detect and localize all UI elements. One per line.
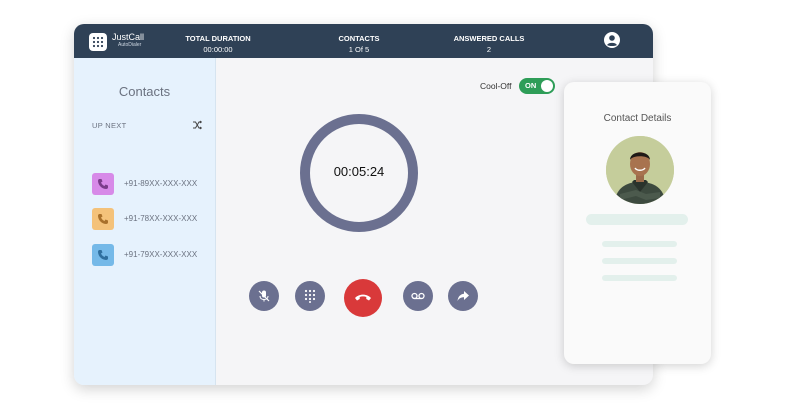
dialpad-icon — [304, 289, 316, 303]
placeholder-bar — [602, 258, 677, 264]
up-next-label: UP NEXT — [92, 121, 127, 130]
cool-off-toggle[interactable]: ON — [519, 78, 555, 94]
contact-number: +91-89XX-XXX-XXX — [124, 179, 198, 188]
phone-icon — [98, 179, 108, 189]
hang-up-button[interactable] — [344, 279, 382, 317]
stat-value: 2 — [486, 45, 492, 54]
contact-number: +91-78XX-XXX-XXX — [124, 214, 198, 223]
stat-answered-calls: ANSWERED CALLS 2 — [445, 33, 533, 55]
brand-sub: AutoDialer — [118, 42, 142, 48]
contact-details-title: Contact Details — [603, 113, 672, 124]
call-timer: 00:05:24 — [333, 164, 385, 179]
voicemail-icon — [411, 292, 425, 300]
contact-details-card: Contact Details — [564, 82, 711, 364]
stat-value: 1 Of 5 — [348, 45, 370, 54]
sidebar-title: Contacts — [118, 84, 171, 99]
shuffle-icon[interactable] — [192, 120, 202, 130]
phone-icon — [98, 250, 108, 260]
contact-row[interactable]: +91-89XX-XXX-XXX — [92, 173, 212, 195]
dialpad-button[interactable] — [295, 281, 325, 311]
contacts-sidebar: Contacts UP NEXT +91-89XX-XXX-XXX +91-78… — [74, 58, 216, 385]
stat-label: TOTAL DURATION — [185, 34, 251, 43]
user-circle-icon[interactable] — [604, 32, 620, 48]
justcall-logo — [89, 33, 107, 51]
placeholder-bar — [602, 275, 677, 281]
placeholder-bar — [586, 214, 688, 225]
toggle-knob — [541, 80, 553, 92]
contact-row[interactable]: +91-78XX-XXX-XXX — [92, 208, 212, 230]
stat-contacts: CONTACTS 1 Of 5 — [319, 33, 399, 55]
cool-off-label: Cool-Off — [480, 81, 512, 91]
toggle-state: ON — [525, 81, 537, 90]
placeholder-bar — [602, 241, 677, 247]
stat-total-duration: TOTAL DURATION 00:00:00 — [176, 33, 260, 55]
contact-avatar — [92, 173, 114, 195]
phone-icon — [98, 214, 108, 224]
contact-photo — [606, 136, 674, 204]
brand-name: JustCall — [112, 32, 145, 42]
hang-up-icon — [355, 294, 371, 301]
forward-icon — [457, 291, 469, 301]
stat-value: 00:00:00 — [203, 45, 233, 54]
contact-avatar — [92, 244, 114, 266]
contact-avatar — [92, 208, 114, 230]
person-avatar-icon — [606, 136, 674, 204]
contact-row[interactable]: +91-79XX-XXX-XXX — [92, 244, 212, 266]
contact-number: +91-79XX-XXX-XXX — [124, 250, 198, 259]
top-bar: JustCall AutoDialer TOTAL DURATION 00:00… — [74, 24, 653, 58]
mute-button[interactable] — [249, 281, 279, 311]
stat-label: CONTACTS — [338, 34, 380, 43]
forward-call-button[interactable] — [448, 281, 478, 311]
mic-off-icon — [258, 290, 270, 302]
stat-label: ANSWERED CALLS — [453, 34, 525, 43]
call-timer-ring: 00:05:24 — [300, 114, 418, 232]
dialpad-logo-icon — [92, 36, 104, 48]
brand: JustCall AutoDialer — [112, 32, 144, 49]
voicemail-button[interactable] — [403, 281, 433, 311]
